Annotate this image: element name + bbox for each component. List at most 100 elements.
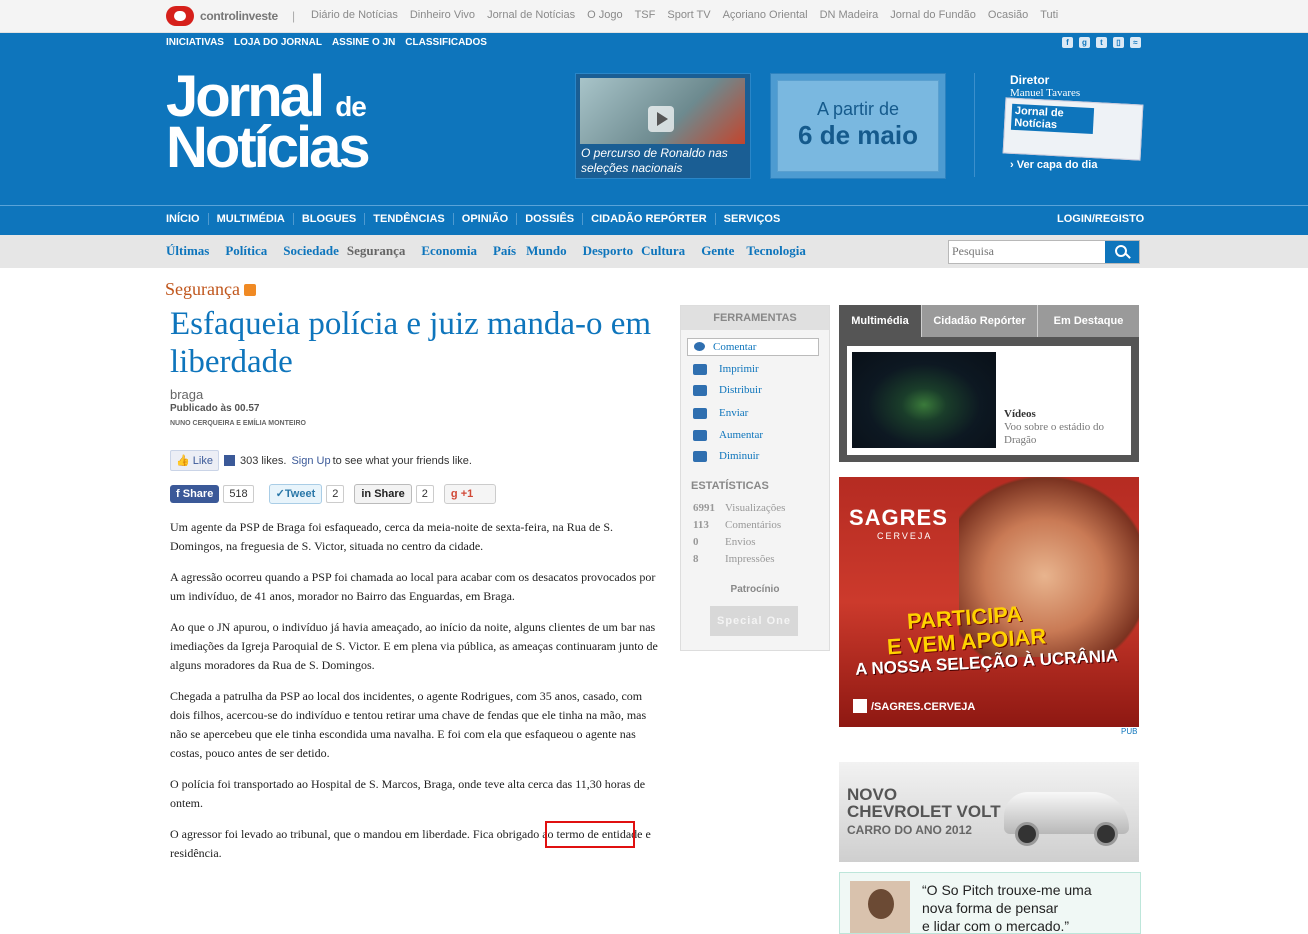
network-link-jornal-fundao[interactable]: Jornal do Fundão [890,9,976,21]
director-label: Diretor [1010,73,1050,87]
stat-prints: 8 Impressões [693,553,775,565]
section-politica[interactable]: Política [225,243,267,259]
network-link-sport-tv[interactable]: Sport TV [667,9,710,21]
twitter-icon[interactable]: t [1096,37,1107,48]
article-headline: Esfaqueia polícia e juiz manda-o em libe… [170,306,652,380]
mobile-icon[interactable]: ▯ [1113,37,1124,48]
nav-multimedia[interactable]: MULTIMÉDIA [207,213,293,225]
stat-label: Impressões [725,553,775,565]
section-desporto[interactable]: Desporto [583,243,634,259]
network-link-dinheiro-vivo[interactable]: Dinheiro Vivo [410,9,475,21]
network-link-dn-madeira[interactable]: DN Madeira [820,9,879,21]
nav-servicos[interactable]: SERVIÇOS [714,213,789,225]
promo-date-banner[interactable]: A partir de 6 de maio [770,73,946,179]
nav-opiniao[interactable]: OPINIÃO [452,213,516,225]
site-header: INICIATIVAS LOJA DO JORNAL ASSINE O JN C… [0,33,1308,205]
linkedin-share-count: 2 [415,485,434,503]
tab-cidadao-reporter[interactable]: Cidadão Repórter [921,305,1037,337]
multimedia-caption[interactable]: Voo sobre o estádio do Dragão [1004,421,1104,447]
tab-em-destaque[interactable]: Em Destaque [1037,305,1139,337]
article-paragraph: O polícia foi transportado ao Hospital d… [170,777,646,810]
front-page-link-label: Ver capa do dia [1016,159,1098,171]
rss-icon[interactable] [243,284,256,296]
google-plus-icon[interactable]: g [1079,37,1090,48]
nav-blogues[interactable]: BLOGUES [292,213,364,225]
highlight-box [545,821,635,848]
sponsor-logo[interactable]: Special One [710,606,798,636]
section-ultimas[interactable]: Últimas [166,243,209,259]
section-pais[interactable]: País [493,243,516,259]
tweet-label: Tweet [284,488,316,500]
distribute-button[interactable]: Distribuir [693,384,762,396]
section-sociedade[interactable]: Sociedade [283,243,339,259]
network-links: Diário de Notícias Dinheiro Vivo Jornal … [311,9,1058,21]
network-link-ocasiao[interactable]: Ocasião [988,9,1028,21]
tweet-button[interactable]: ✓Tweet [268,484,323,504]
section-title-text[interactable]: Segurança [165,279,240,299]
network-link-tsf[interactable]: TSF [635,9,656,21]
link-iniciativas[interactable]: INICIATIVAS [166,37,224,48]
stats-header: ESTATÍSTICAS [691,480,769,492]
chevrolet-title: NOVO CHEVROLET VOLT [847,786,1001,820]
stat-comments: 113 Comentários [693,519,781,531]
play-icon[interactable] [648,106,674,132]
controlinveste-logo[interactable]: controlinveste [166,6,278,26]
comment-icon [694,342,705,351]
quote-line-1: “O So Pitch trouxe-me uma [922,882,1092,898]
tab-multimedia[interactable]: Multimédia [839,305,921,337]
nav-tendencias[interactable]: TENDÊNCIAS [364,213,453,225]
increase-font-button[interactable]: Aumentar [693,429,763,441]
network-link-o-jogo[interactable]: O Jogo [587,9,622,21]
linkedin-share-button[interactable]: in Share [354,484,412,504]
section-gente[interactable]: Gente [701,243,734,259]
tools-panel: FERRAMENTAS Comentar Imprimir Distribuir… [680,305,830,651]
login-register-link[interactable]: LOGIN/REGISTO [1057,213,1144,225]
network-link-acoriano[interactable]: Açoriano Oriental [723,9,808,21]
facebook-signup-link[interactable]: Sign Up [291,455,330,467]
google-plus-one-button[interactable]: g +1 [443,484,496,504]
link-classificados[interactable]: CLASSIFICADOS [405,37,487,48]
section-mundo[interactable]: Mundo [526,243,566,259]
section-nav: Últimas Política Sociedade Segurança Eco… [0,235,1308,268]
send-button[interactable]: Enviar [693,407,748,419]
comment-button[interactable]: Comentar [687,338,819,356]
front-page-thumbnail[interactable]: Jornal de Notícias [1002,97,1144,161]
facebook-icon[interactable]: f [1062,37,1073,48]
section-cultura[interactable]: Cultura [641,243,685,259]
promo-video-caption: O percurso de Ronaldo nas seleções nacio… [581,146,728,175]
section-economia[interactable]: Economia [421,243,477,259]
front-page-link[interactable]: › Ver capa do dia [1010,159,1097,171]
facebook-like-button[interactable]: 👍 Like [170,450,219,471]
print-button[interactable]: Imprimir [693,363,759,375]
network-link-dn[interactable]: Diário de Notícias [311,9,398,21]
chevrolet-ad[interactable]: NOVO CHEVROLET VOLT CARRO DO ANO 2012 [839,762,1139,862]
thumbs-up-icon: 👍 [176,455,190,467]
so-pitch-ad[interactable]: “O So Pitch trouxe-me uma nova forma de … [839,872,1141,934]
nav-cidadao-reporter[interactable]: CIDADÃO REPÓRTER [582,213,715,225]
rss-icon[interactable]: ≈ [1130,37,1141,48]
search-icon[interactable] [1105,241,1139,263]
facebook-share-button[interactable]: f Share [170,485,220,503]
link-assine[interactable]: ASSINE O JN [332,37,395,48]
stat-value: 0 [693,536,699,548]
controlinveste-logo-icon [166,6,194,26]
section-seguranca[interactable]: Segurança [347,243,406,259]
sagres-ad[interactable]: SAGRES CERVEJA PARTICIPA E VEM APOIAR A … [839,477,1139,727]
network-link-jn[interactable]: Jornal de Notícias [487,9,575,21]
stat-value: 6991 [693,502,715,514]
multimedia-type: Vídeos [1004,408,1036,420]
site-logo[interactable]: Jornal de Notícias [166,68,371,177]
nav-inicio[interactable]: INÍCIO [166,213,208,225]
print-label: Imprimir [719,363,759,375]
nav-dossies[interactable]: DOSSIÊS [516,213,582,225]
link-loja[interactable]: LOJA DO JORNAL [234,37,322,48]
section-tecnologia[interactable]: Tecnologia [746,243,805,259]
decrease-font-button[interactable]: Diminuir [693,450,759,462]
search-input[interactable] [949,241,1105,261]
share-buttons: f Share 518 ✓Tweet 2 in Share 2 g +1 [170,484,496,504]
promo-video-ronaldo[interactable]: O percurso de Ronaldo nas seleções nacio… [575,73,751,179]
linkedin-icon: in [361,488,375,500]
stat-label: Comentários [725,519,782,531]
stadium-video-thumbnail[interactable] [852,352,996,448]
network-link-tuti[interactable]: Tuti [1040,9,1058,21]
